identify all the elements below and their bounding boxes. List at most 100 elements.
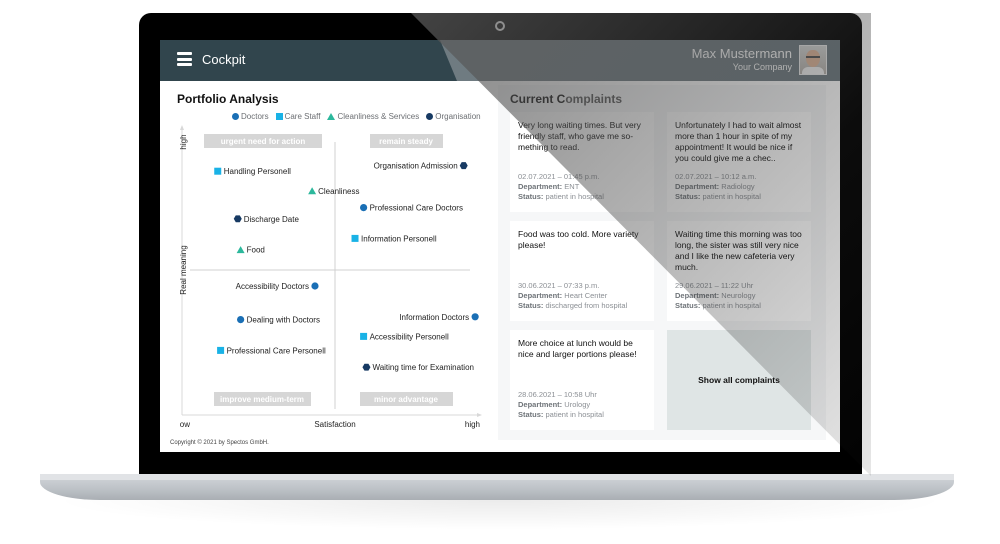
complaint-card[interactable]: Unfortunately I had to wait almost more …: [667, 112, 811, 212]
circle-marker[interactable]: [360, 204, 368, 212]
complaint-card[interactable]: Very long waiting times. But very friend…: [510, 112, 654, 212]
complaints-title-bold: Current C: [510, 92, 566, 106]
circle-marker-icon: [232, 113, 239, 120]
x-axis-arrow: [477, 413, 482, 417]
show-all-complaints-button[interactable]: Show all complaints: [667, 330, 811, 430]
status-label: Status:: [518, 192, 544, 201]
status-value: patient in hospital: [702, 301, 761, 310]
circle-marker[interactable]: [237, 316, 245, 324]
department-value: Heart Center: [564, 291, 608, 300]
status-label: Status:: [675, 301, 701, 310]
legend-item-cleanliness[interactable]: Cleanliness & Services: [327, 112, 419, 121]
copyright: Copyright © 2021 by Spectos GmbH.: [170, 440, 269, 446]
x-axis-label: Satisfaction: [314, 420, 355, 429]
quadrant-label-steady: remain steady: [379, 137, 433, 146]
point-label: Accessibility Doctors: [236, 282, 309, 291]
complaint-status: Status: discharged from hospital: [518, 301, 627, 311]
triangle-marker-icon: [327, 113, 336, 120]
user-name[interactable]: Max Mustermann: [692, 46, 792, 61]
status-value: patient in hospital: [545, 192, 604, 201]
user-company: Your Company: [732, 62, 792, 72]
status-label: Status:: [518, 301, 544, 310]
hexagon-marker[interactable]: [362, 363, 371, 371]
complaint-datetime: 29.06.2021 – 11:22 Uhr: [675, 281, 754, 290]
complaint-status: Status: patient in hospital: [675, 301, 761, 311]
department-label: Department:: [518, 182, 563, 191]
complaint-datetime: 30.06.2021 – 07:33 p.m.: [518, 281, 600, 290]
complaint-meta: 02.07.2021 – 01:45 p.m. Department: ENT …: [518, 172, 604, 202]
laptop-base-edge: [40, 474, 954, 480]
complaint-department: Department: Radiology: [675, 182, 761, 192]
quadrant-label-medium-term: improve medium-term: [220, 395, 304, 404]
status-value: patient in hospital: [545, 410, 604, 419]
quadrant-label-urgent: urgent need for action: [221, 137, 306, 146]
point-label: Cleanliness: [318, 187, 359, 196]
complaint-card[interactable]: Waiting time this morning was too long, …: [667, 221, 811, 321]
legend-item-doctors[interactable]: Doctors: [232, 112, 269, 121]
point-label: Professional Care Doctors: [370, 204, 463, 213]
chart-legend: Doctors Care Staff Cleanliness & Service…: [232, 112, 481, 121]
complaints-title: Current Complaints: [510, 92, 622, 106]
avatar-glasses: [806, 56, 820, 58]
triangle-marker[interactable]: [308, 187, 317, 195]
complaint-meta: 29.06.2021 – 11:22 Uhr Department: Neuro…: [675, 281, 761, 311]
department-value: Urology: [564, 400, 591, 409]
status-value: patient in hospital: [702, 192, 761, 201]
complaint-card[interactable]: More choice at lunch would be nice and l…: [510, 330, 654, 430]
status-label: Status:: [518, 410, 544, 419]
hamburger-menu-icon[interactable]: [177, 52, 192, 66]
hexagon-marker[interactable]: [459, 162, 468, 170]
legend-item-care-staff[interactable]: Care Staff: [275, 112, 321, 121]
point-label: Information Doctors: [399, 313, 469, 322]
complaint-text: Unfortunately I had to wait almost more …: [675, 120, 802, 163]
point-label: Accessibility Personell: [370, 332, 449, 341]
legend-label: Cleanliness & Services: [337, 112, 420, 121]
department-value: ENT: [564, 182, 580, 191]
department-label: Department:: [675, 291, 720, 300]
square-marker[interactable]: [217, 346, 225, 354]
status-label: Status:: [675, 192, 701, 201]
y-tick-high: high: [180, 134, 188, 149]
point-label: Organisation Admission: [374, 162, 458, 171]
complaint-meta: 02.07.2021 – 10:12 a.m. Department: Radi…: [675, 172, 761, 202]
complaint-text: More choice at lunch would be nice and l…: [518, 338, 637, 359]
top-bar: Cockpit Max Mustermann Your Company: [160, 40, 840, 81]
complaint-meta: 30.06.2021 – 07:33 p.m. Department: Hear…: [518, 281, 627, 311]
legend-label: Organisation: [435, 112, 481, 121]
laptop-shadow: [50, 500, 950, 530]
square-marker[interactable]: [214, 167, 222, 175]
circle-marker[interactable]: [471, 313, 479, 321]
avatar-shirt: [802, 67, 824, 74]
complaint-datetime: 02.07.2021 – 01:45 p.m.: [518, 172, 600, 181]
complaint-status: Status: patient in hospital: [518, 192, 604, 202]
complaint-card[interactable]: Food was too cold. More variety please! …: [510, 221, 654, 321]
user-avatar[interactable]: [799, 45, 827, 75]
quadrant-label-minor: minor advantage: [374, 395, 439, 404]
complaint-department: Department: Urology: [518, 400, 604, 410]
complaints-title-rest: omplaints: [565, 92, 623, 106]
portfolio-chart: urgent need for action remain steady imp…: [180, 125, 482, 429]
x-tick-low: low: [180, 420, 190, 429]
square-marker[interactable]: [351, 234, 359, 242]
point-label: Food: [247, 246, 265, 255]
department-label: Department:: [518, 291, 563, 300]
complaint-datetime: 28.06.2021 – 10:58 Uhr: [518, 390, 597, 399]
legend-label: Doctors: [241, 112, 269, 121]
complaint-text: Very long waiting times. But very friend…: [518, 120, 641, 152]
complaint-status: Status: patient in hospital: [518, 410, 604, 420]
complaint-text: Waiting time this morning was too long, …: [675, 229, 802, 272]
circle-marker[interactable]: [311, 282, 319, 290]
point-label: Dealing with Doctors: [247, 316, 320, 325]
legend-label: Care Staff: [284, 112, 321, 121]
square-marker[interactable]: [360, 332, 368, 340]
hexagon-marker-icon: [426, 113, 434, 120]
triangle-marker[interactable]: [236, 246, 245, 254]
hexagon-marker[interactable]: [233, 215, 242, 223]
app-title: Cockpit: [202, 52, 246, 67]
point-label: Information Personell: [361, 234, 437, 243]
y-axis-label: Real meaning: [180, 245, 188, 294]
complaint-datetime: 02.07.2021 – 10:12 a.m.: [675, 172, 757, 181]
avatar-face: [806, 50, 820, 67]
point-label: Waiting time for Examination: [372, 363, 474, 372]
legend-item-organisation[interactable]: Organisation: [426, 112, 481, 121]
